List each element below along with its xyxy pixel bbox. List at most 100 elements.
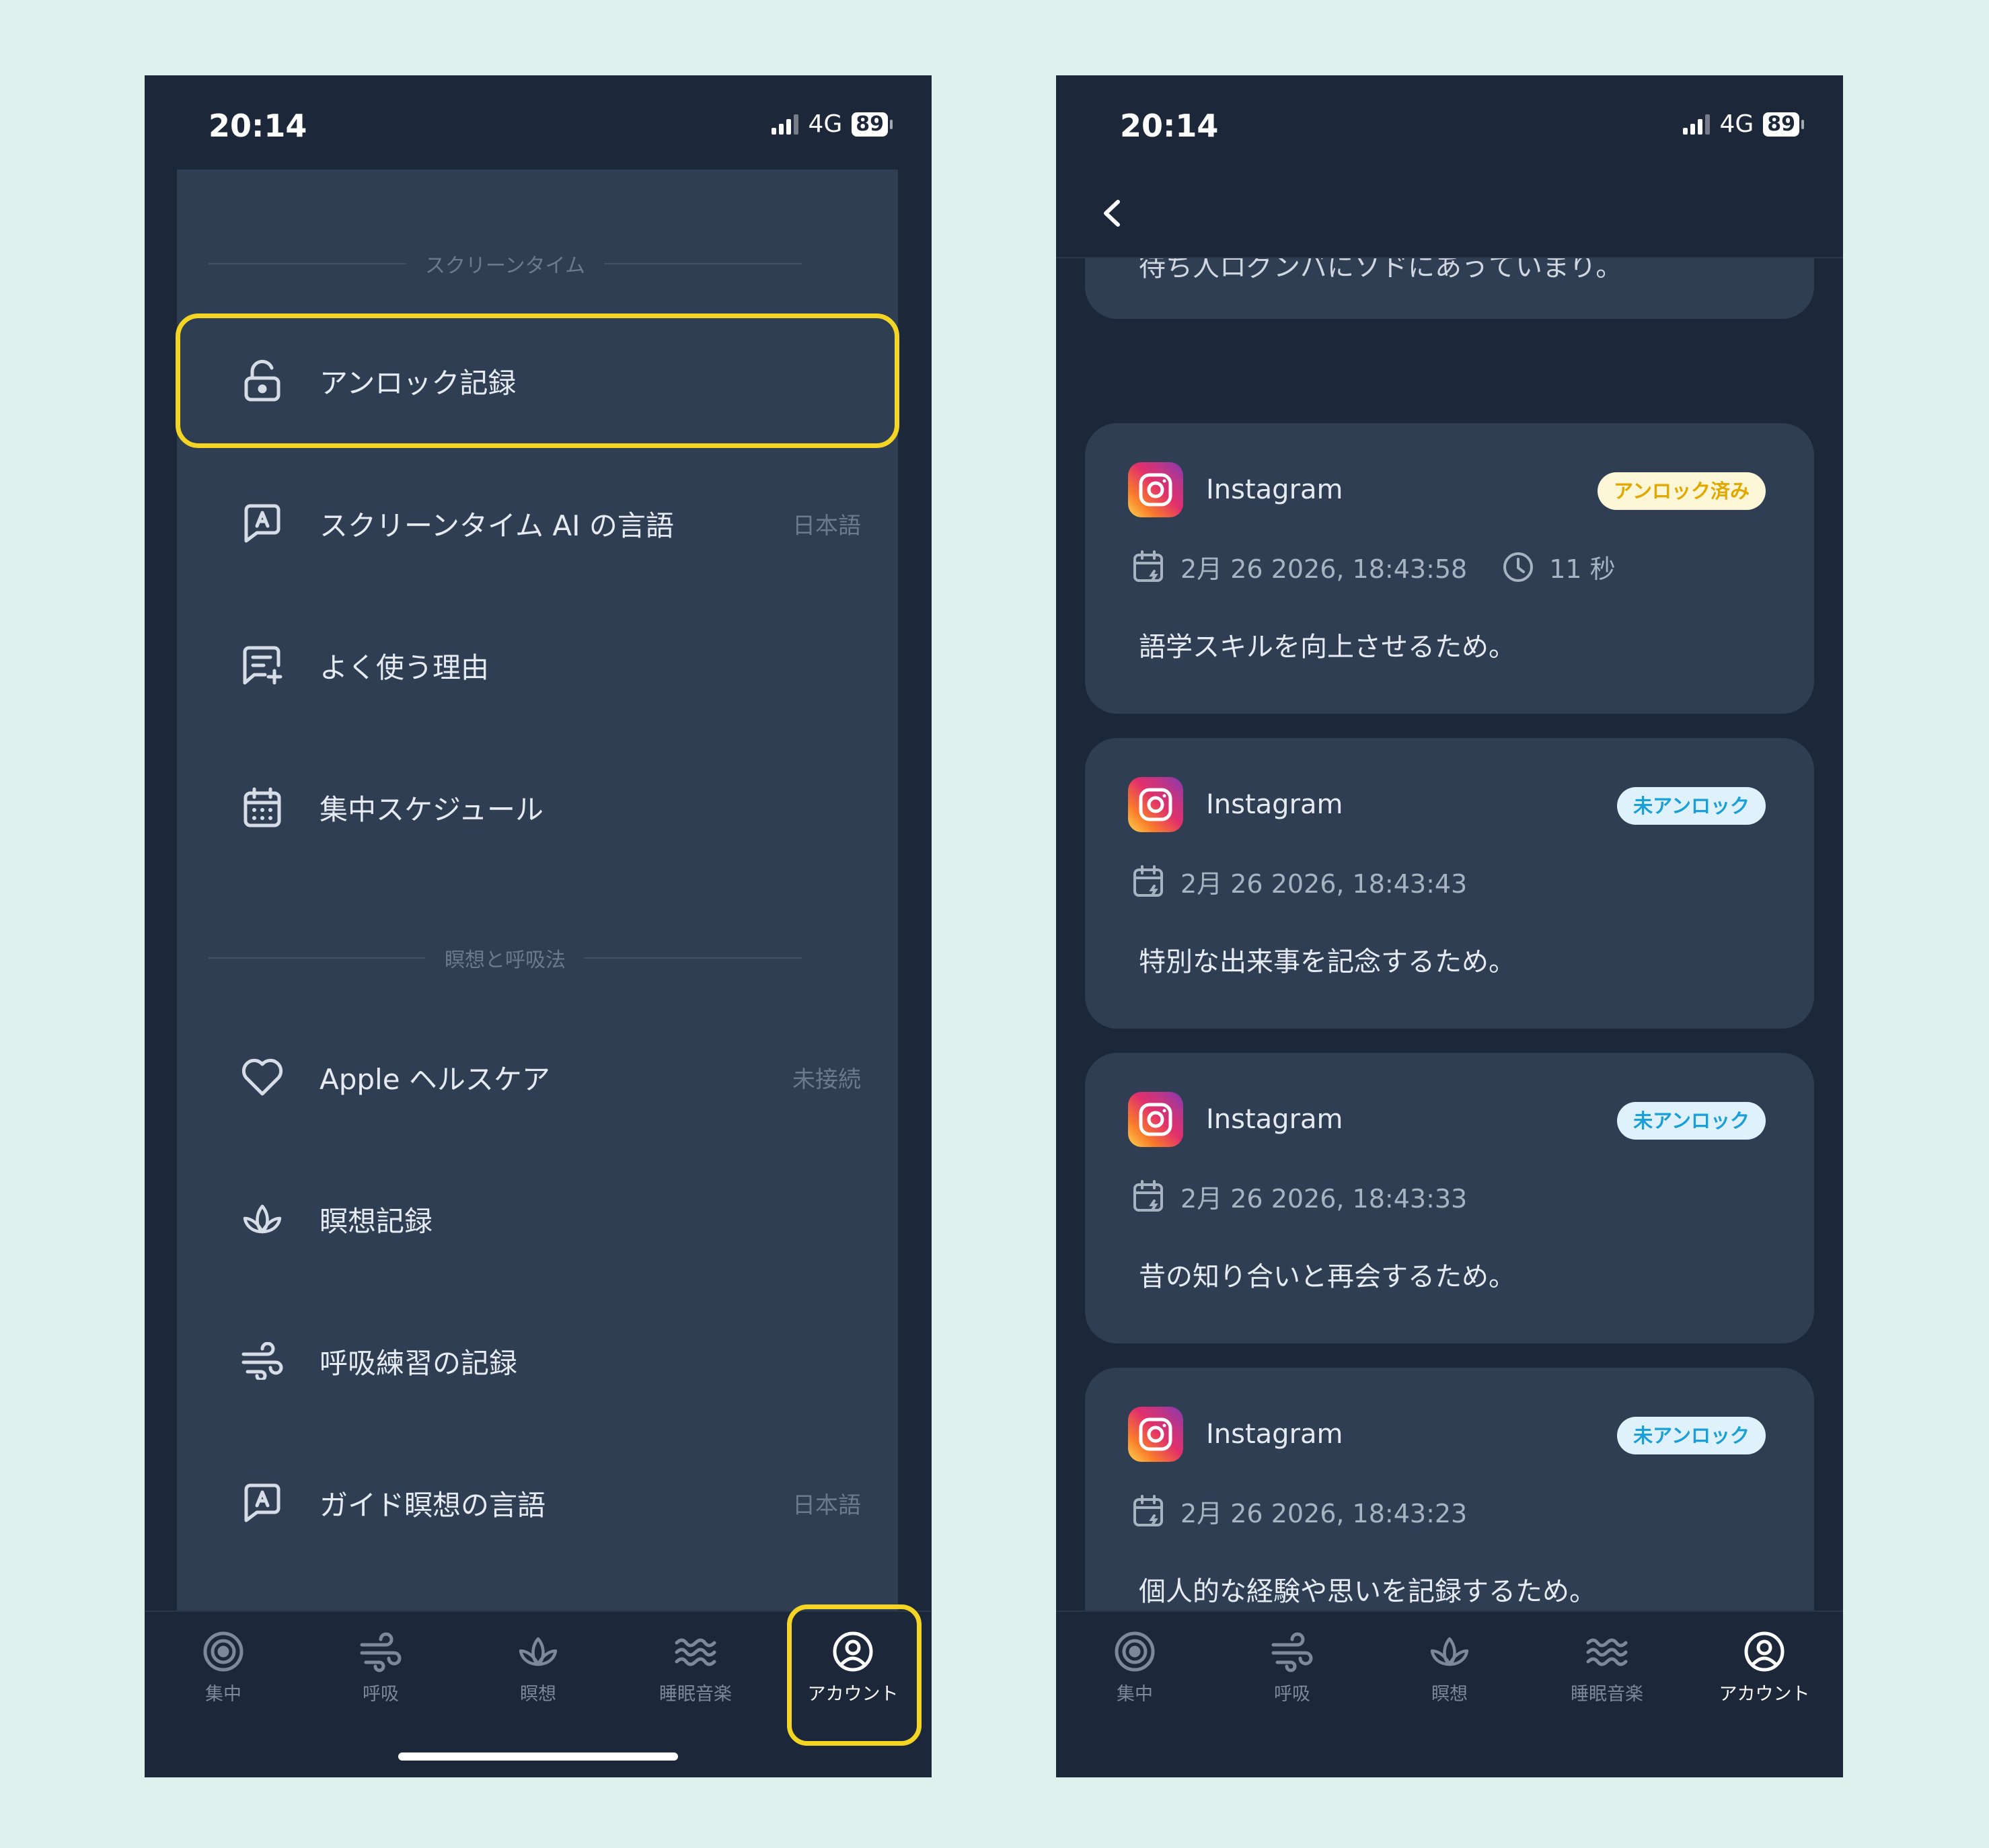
network-label: 4G [808, 110, 843, 138]
record-app-name: Instagram [1206, 474, 1343, 505]
status-indicators: 4G 89 [1683, 110, 1804, 138]
user-circle-icon [1744, 1631, 1785, 1672]
menu-item-ai-language[interactable]: スクリーンタイム AI の言語 日本語 [177, 456, 898, 591]
tab-meditation[interactable]: 瞑想 [459, 1631, 617, 1705]
lotus-icon [1430, 1637, 1469, 1666]
record-card[interactable]: Instagram 未アンロック 2月 26 2026, 18:43:23 個人… [1085, 1368, 1814, 1611]
record-app-name: Instagram [1206, 1419, 1343, 1450]
calendar-clock-icon [1133, 864, 1163, 897]
menu-item-label: よく使う理由 [320, 651, 490, 684]
signal-icon [772, 114, 799, 135]
battery-level: 89 [1763, 112, 1799, 137]
record-app-name: Instagram [1206, 789, 1343, 820]
tab-label: 呼吸 [1274, 1684, 1310, 1705]
unlock-records-screen: 20:14 4G 89 待ち人ログンバにソドにあうていまり。 Instagram… [1056, 75, 1843, 1777]
tab-account[interactable]: アカウント [1686, 1631, 1843, 1705]
menu-item-label: 呼吸練習の記録 [320, 1346, 518, 1380]
menu-item-label: Apple ヘルスケア [320, 1062, 550, 1096]
battery-level: 89 [852, 112, 888, 137]
menu-item-guided-language[interactable]: ガイド瞑想の言語 日本語 [177, 1436, 898, 1570]
record-meta: 2月 26 2026, 18:43:43 [1132, 863, 1467, 900]
tab-label: 集中 [205, 1684, 241, 1705]
record-card[interactable]: Instagram アンロック済み 2月 26 2026, 18:43:58 1… [1085, 423, 1814, 714]
status-badge: 未アンロック [1617, 787, 1766, 825]
target-icon [203, 1631, 243, 1672]
status-time: 20:14 [1120, 108, 1219, 144]
tab-focus[interactable]: 集中 [145, 1631, 302, 1705]
status-time: 20:14 [209, 108, 307, 144]
menu-item-focus-schedule[interactable]: 集中スケジュール [177, 740, 898, 875]
waves-icon [675, 1638, 716, 1666]
status-badge: アンロック済み [1598, 472, 1766, 510]
message-add-icon [239, 642, 286, 689]
menu-item-meditation-records[interactable]: 瞑想記録 [177, 1152, 898, 1286]
menu-item-breathing-records[interactable]: 呼吸練習の記録 [177, 1294, 898, 1428]
wind-icon [1271, 1632, 1313, 1672]
menu-item-frequent-reasons[interactable]: よく使う理由 [177, 598, 898, 733]
tab-label: 集中 [1117, 1684, 1153, 1705]
tab-account[interactable]: アカウント [774, 1631, 932, 1705]
calendar-icon [239, 784, 286, 831]
menu-item-label: 瞑想記録 [320, 1204, 433, 1238]
record-meta: 2月 26 2026, 18:43:58 11 秒 [1132, 548, 1616, 585]
record-duration: 11 秒 [1549, 554, 1616, 584]
heart-icon [239, 1054, 286, 1101]
network-label: 4G [1719, 110, 1754, 138]
menu-item-label: ガイド瞑想の言語 [320, 1488, 546, 1522]
target-icon [1115, 1631, 1155, 1672]
records-list: 待ち人ログンバにソドにあうていまり。 Instagram アンロック済み 2月 … [1056, 258, 1843, 1611]
record-app-name: Instagram [1206, 1104, 1343, 1135]
record-meta: 2月 26 2026, 18:43:33 [1132, 1178, 1467, 1215]
calendar-clock-icon [1133, 1179, 1163, 1212]
tab-breathing[interactable]: 呼吸 [302, 1631, 459, 1705]
tab-label: 瞑想 [520, 1684, 556, 1705]
menu-item-label: 集中スケジュール [320, 792, 544, 826]
record-date: 2月 26 2026, 18:43:43 [1180, 869, 1468, 899]
tab-label: 呼吸 [363, 1684, 399, 1705]
waves-icon [1586, 1638, 1628, 1666]
unlock-icon [239, 357, 286, 404]
record-card[interactable]: Instagram 未アンロック 2月 26 2026, 18:43:43 特別… [1085, 738, 1814, 1029]
signal-icon [1683, 114, 1711, 135]
tab-meditation[interactable]: 瞑想 [1371, 1631, 1528, 1705]
tab-focus[interactable]: 集中 [1056, 1631, 1213, 1705]
record-card[interactable]: Instagram 未アンロック 2月 26 2026, 18:43:33 昔の… [1085, 1053, 1814, 1343]
record-meta: 2月 26 2026, 18:43:23 [1132, 1493, 1467, 1530]
tab-label: 睡眠音楽 [1571, 1684, 1643, 1705]
record-date: 2月 26 2026, 18:43:23 [1180, 1499, 1468, 1528]
status-badge: 未アンロック [1617, 1102, 1766, 1140]
tab-sleep-music[interactable]: 睡眠音楽 [1528, 1631, 1686, 1705]
menu-item-unlock-records[interactable]: アンロック記録 [177, 313, 898, 448]
menu-item-value: 日本語 [792, 1491, 861, 1519]
menu-item-value: 日本語 [792, 512, 861, 540]
record-card-partial: 待ち人ログンバにソドにあうていまり。 [1085, 258, 1814, 319]
menu-item-label: アンロック記録 [320, 366, 517, 400]
battery-icon: 89 [1763, 112, 1804, 137]
instagram-icon [1128, 462, 1183, 517]
menu-item-apple-health[interactable]: Apple ヘルスケア 未接続 [177, 1010, 898, 1144]
section-title: スクリーンタイム [425, 254, 585, 278]
language-chat-icon [239, 500, 286, 547]
tab-bar: 集中 呼吸 瞑想 睡眠音楽 アカウント [1056, 1611, 1843, 1777]
user-circle-icon [833, 1631, 873, 1672]
instagram-icon [1128, 1092, 1183, 1147]
tab-label: 瞑想 [1431, 1684, 1468, 1705]
lotus-icon [519, 1637, 558, 1666]
navigation-bar [1056, 170, 1843, 258]
section-title: 瞑想と呼吸法 [445, 949, 566, 972]
tab-breathing[interactable]: 呼吸 [1213, 1631, 1371, 1705]
calendar-clock-icon [1133, 550, 1163, 582]
battery-icon: 89 [852, 112, 893, 137]
status-indicators: 4G 89 [772, 110, 893, 138]
record-reason: 個人的な経験や思いを記録するため。 [1139, 1576, 1596, 1607]
menu-item-label: スクリーンタイム AI の言語 [320, 509, 674, 542]
record-reason-partial: 待ち人ログンバにソドにあうていまり。 [1139, 258, 1623, 283]
wind-icon [360, 1632, 402, 1672]
section-header-screentime: スクリーンタイム [209, 250, 802, 278]
back-button[interactable] [1096, 196, 1130, 230]
section-header-meditation: 瞑想と呼吸法 [209, 945, 802, 972]
lotus-icon [239, 1195, 286, 1243]
tab-sleep-music[interactable]: 睡眠音楽 [617, 1631, 774, 1705]
wind-icon [239, 1337, 286, 1384]
menu-item-value: 未接続 [792, 1066, 861, 1093]
